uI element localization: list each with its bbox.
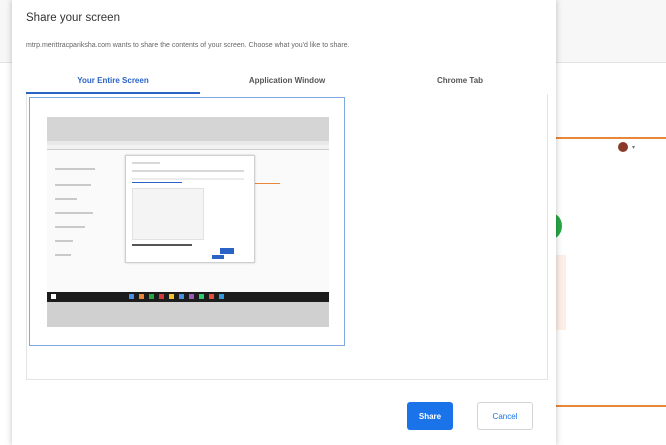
thumbnail-sidebar-line xyxy=(55,168,95,170)
user-avatar xyxy=(618,142,628,152)
thumbnail-dialog-content xyxy=(132,188,204,240)
share-screen-dialog: Share your screen mtrp.merittracpariksha… xyxy=(12,0,556,445)
thumbnail-taskbar-icon xyxy=(149,294,154,299)
thumbnail-taskbar-icon xyxy=(51,294,56,299)
share-source-tabs: Your Entire Screen Application Window Ch… xyxy=(26,72,546,95)
thumbnail-sidebar-line xyxy=(55,212,93,214)
thumbnail-taskbar-icon xyxy=(179,294,184,299)
tab-entire-screen[interactable]: Your Entire Screen xyxy=(26,76,200,85)
thumbnail-sidebar-line xyxy=(55,198,77,200)
thumbnail-dialog xyxy=(125,155,255,263)
thumbnail-dialog-button xyxy=(220,248,234,254)
thumbnail-sidebar-line xyxy=(55,240,73,242)
thumbnail-taskbar-icon xyxy=(219,294,224,299)
thumbnail-taskbar-icon xyxy=(169,294,174,299)
thumbnail-taskbar-icon xyxy=(159,294,164,299)
screen-thumbnail xyxy=(47,117,329,327)
thumbnail-bottom xyxy=(47,302,329,327)
thumbnail-taskbar-icon xyxy=(189,294,194,299)
thumbnail-sidebar-line xyxy=(55,254,71,256)
tab-chrome-tab[interactable]: Chrome Tab xyxy=(374,76,546,85)
tab-application-window[interactable]: Application Window xyxy=(200,76,374,85)
chevron-down-icon: ▾ xyxy=(632,144,636,151)
thumbnail-taskbar xyxy=(47,292,329,302)
thumbnail-taskbar-icon xyxy=(209,294,214,299)
thumbnail-titlebar xyxy=(47,117,329,141)
thumbnail-dialog-line xyxy=(132,178,244,180)
dialog-title: Share your screen xyxy=(26,12,120,24)
thumbnail-sidebar-line xyxy=(55,184,91,186)
background-panel xyxy=(556,255,566,330)
background-orange-divider-bottom xyxy=(556,405,666,407)
thumbnail-dialog-line xyxy=(132,244,192,246)
thumbnail-blue-button xyxy=(212,255,224,259)
thumbnail-taskbar-icon xyxy=(139,294,144,299)
thumbnail-dialog-line xyxy=(132,170,244,172)
share-button[interactable]: Share xyxy=(407,402,453,430)
share-options-panel xyxy=(26,94,548,380)
entire-screen-option[interactable] xyxy=(29,97,345,346)
thumbnail-sidebar-line xyxy=(55,226,85,228)
dialog-subtitle: mtrp.merittracpariksha.com wants to shar… xyxy=(26,42,350,49)
background-orange-divider-top xyxy=(556,137,666,139)
background-user-menu: ▾ xyxy=(618,142,635,152)
thumbnail-taskbar-icon xyxy=(199,294,204,299)
cancel-button[interactable]: Cancel xyxy=(477,402,533,430)
thumbnail-taskbar-icon xyxy=(129,294,134,299)
thumbnail-dialog-line xyxy=(132,162,160,164)
thumbnail-dialog-tabline xyxy=(132,182,182,183)
thumbnail-orange-line xyxy=(252,183,280,184)
